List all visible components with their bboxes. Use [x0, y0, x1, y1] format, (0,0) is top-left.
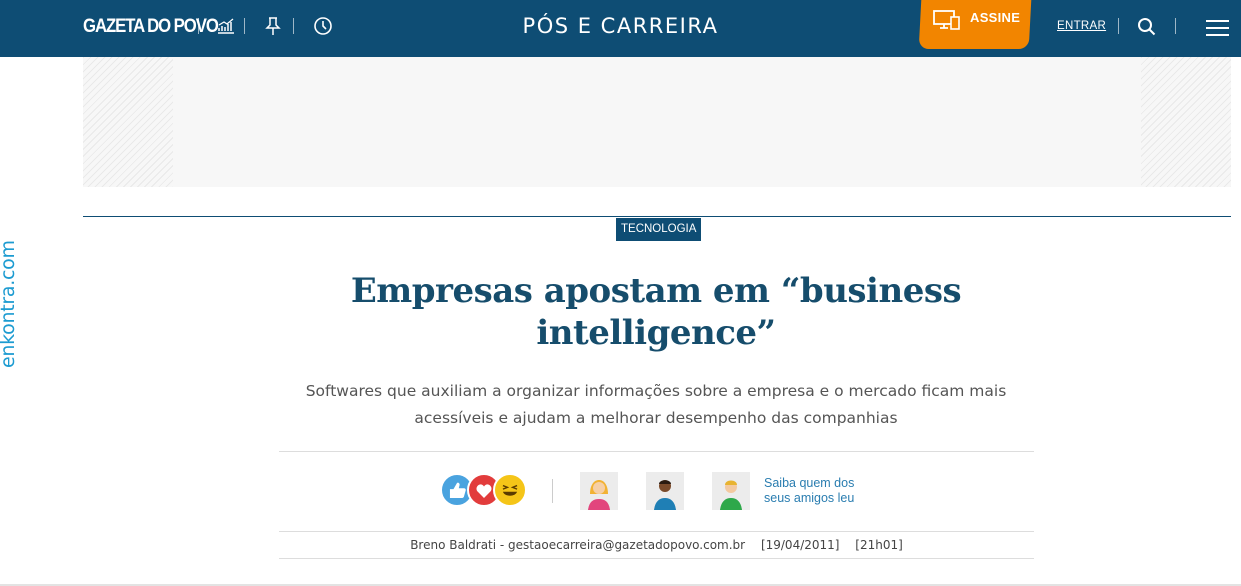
section-rule — [83, 216, 1231, 217]
publish-date: [19/04/2011] — [760, 538, 840, 552]
friend-avatar[interactable] — [646, 472, 684, 510]
category-tag[interactable]: TECNOLOGIA — [616, 218, 702, 241]
ad-banner-placeholder — [83, 57, 1231, 187]
article-subtitle: Softwares que auxiliam a organizar infor… — [305, 382, 1007, 427]
article-headline: Empresas apostam em “business intelligen… — [350, 271, 962, 353]
divider — [279, 531, 1034, 532]
friends-read-link[interactable]: Saiba quem dos seus amigos leu — [764, 476, 874, 506]
monitor-icon — [933, 10, 960, 30]
divider — [1118, 18, 1119, 34]
laugh-icon[interactable] — [493, 473, 527, 507]
article-byline: Breno Baldrati - gestaoecarreira@gazetad… — [279, 538, 1034, 552]
divider — [1175, 18, 1176, 34]
divider — [552, 479, 553, 503]
menu-icon[interactable] — [1206, 20, 1229, 36]
author-name: Breno Baldrati - gestaoecarreira@gazetad… — [410, 538, 746, 552]
login-link[interactable]: ENTRAR — [1057, 20, 1106, 32]
divider — [279, 558, 1034, 559]
ad-stripe-left — [83, 57, 173, 187]
assine-button-label[interactable]: ASSINE — [970, 10, 1020, 25]
side-ad-brand[interactable]: enkontra.com — [0, 240, 19, 368]
publish-time: [21h01] — [855, 538, 903, 552]
search-icon[interactable] — [1137, 17, 1157, 37]
friend-avatar[interactable] — [580, 472, 618, 510]
section-title[interactable]: PÓS E CARREIRA — [0, 14, 1241, 38]
friend-avatar[interactable] — [712, 472, 750, 510]
reactions-group[interactable] — [440, 473, 530, 509]
divider — [279, 451, 1034, 452]
ad-stripe-right — [1141, 57, 1231, 187]
top-navigation-bar: GAZETA DO POVO PÓS E CARREIRA ASSINE ENT… — [0, 0, 1241, 57]
